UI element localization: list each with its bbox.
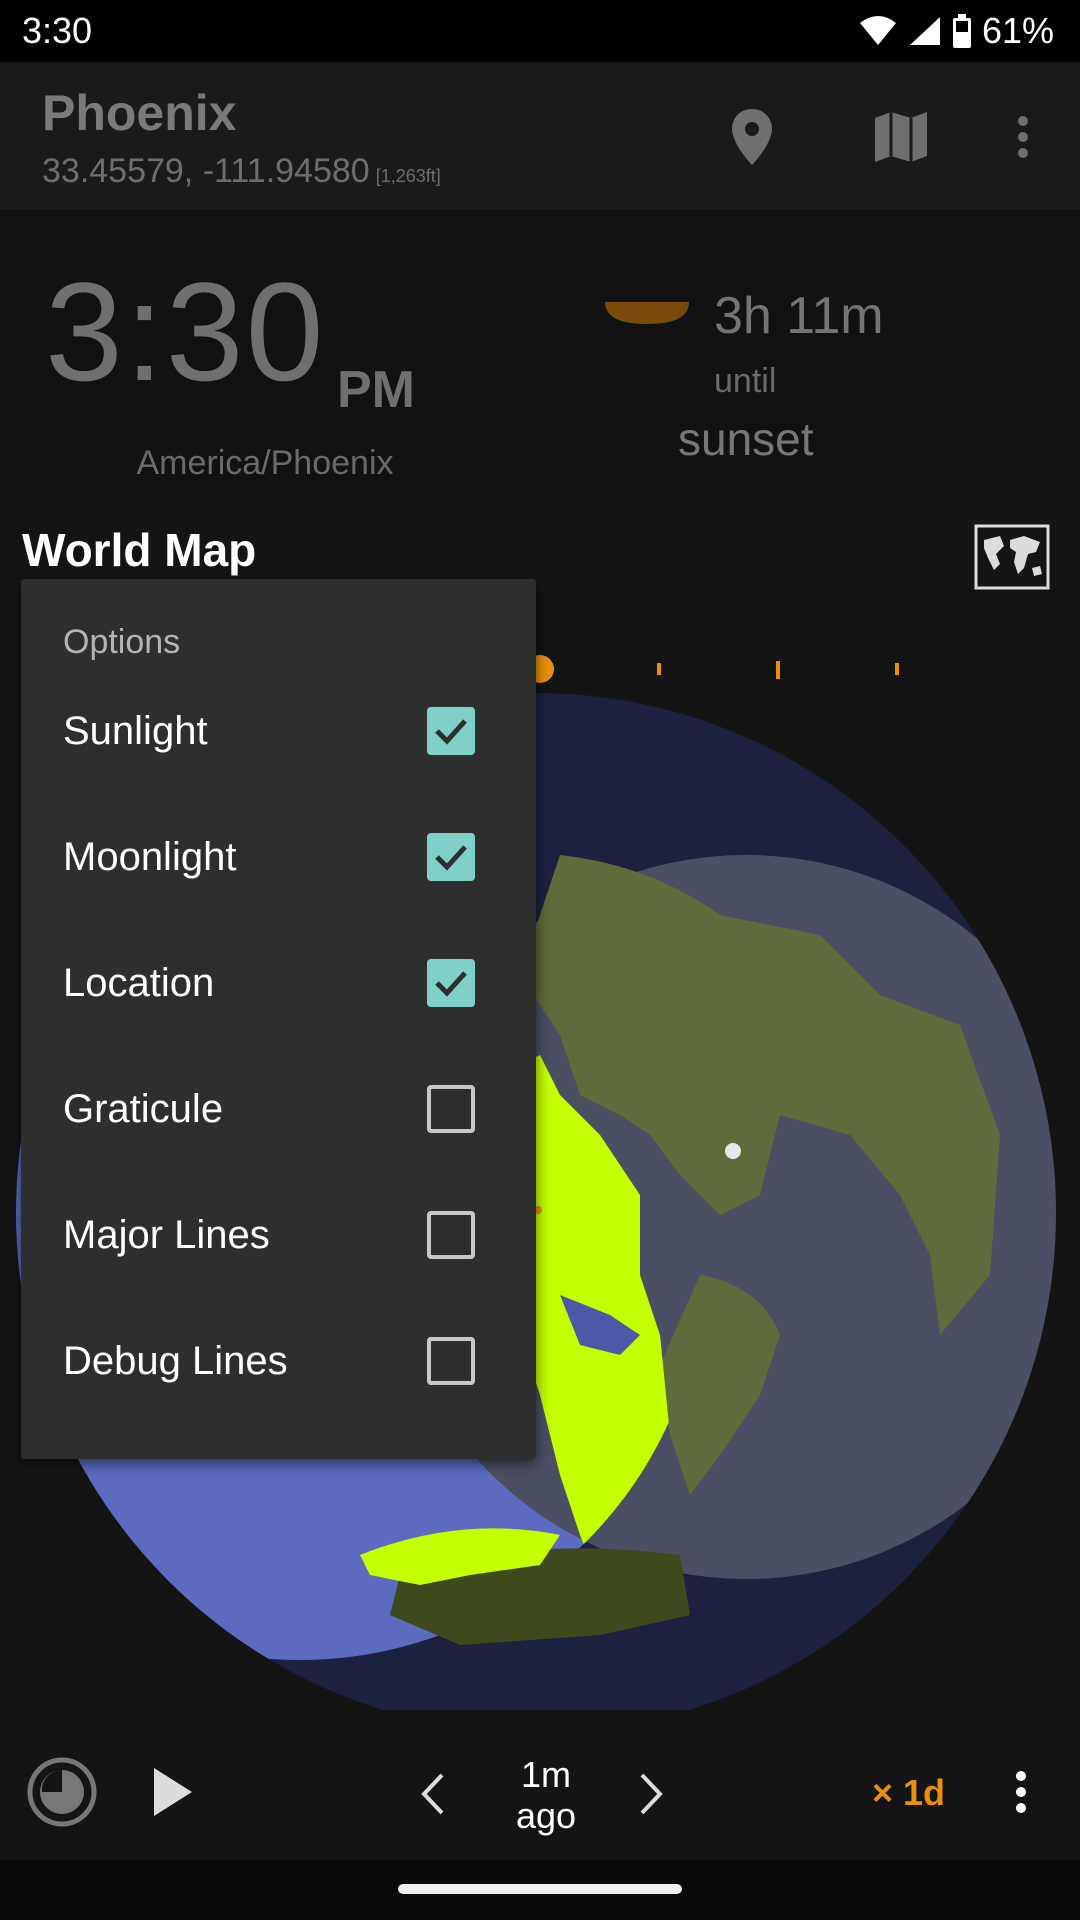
status-icons: 61% [858,10,1054,52]
option-label: Debug Lines [63,1339,288,1383]
sun-event: sunset [678,413,814,465]
option-checkbox[interactable] [427,959,475,1007]
sunset-icon [603,300,691,331]
clock-ampm: PM [337,361,415,419]
option-label: Moonlight [63,835,237,879]
option-checkbox[interactable] [427,833,475,881]
elevation-text: [1,263ft] [375,166,441,186]
clock-time: 3:30 [45,253,326,410]
map-header: World Map [0,495,1080,576]
option-label: Graticule [63,1087,224,1131]
option-debug-lines[interactable]: Debug Lines [21,1299,536,1425]
option-label: Location [63,961,215,1005]
signal-icon [908,15,942,47]
option-moonlight[interactable]: Moonlight [21,795,536,921]
option-checkbox[interactable] [427,1085,475,1133]
option-graticule[interactable]: Graticule [21,1047,536,1173]
play-icon[interactable] [150,1766,194,1818]
time-reset-icon[interactable] [26,1756,98,1828]
option-major-lines[interactable]: Major Lines [21,1173,536,1299]
option-location[interactable]: Location [21,921,536,1047]
options-menu: Options Sunlight Moonlight Location Graticu… [21,579,536,1459]
map-title: World Map [22,524,257,576]
battery-percent: 61% [981,10,1054,51]
option-label: Sunlight [63,709,208,753]
status-bar: 3:30 61% [0,0,1080,62]
sun-duration: 3h 11m [714,287,884,345]
location-name[interactable]: Phoenix [42,84,236,142]
chevron-right-icon[interactable] [638,1772,664,1816]
sun-until-label: until [714,362,777,400]
option-checkbox[interactable] [427,707,475,755]
time-speed-button[interactable]: × 1d [872,1772,945,1814]
map-icon[interactable] [866,102,936,172]
time-offset-suffix: ago [515,1795,577,1837]
options-menu-header: Options [63,623,181,661]
location-pin-icon[interactable] [717,102,787,172]
overflow-menu-icon[interactable] [988,102,1058,172]
clock-timezone: America/Phoenix [136,444,394,482]
time-offset[interactable]: 1m ago [498,1754,594,1837]
option-label: Major Lines [63,1213,270,1257]
bottom-overflow-menu-icon[interactable] [1014,1770,1028,1814]
battery-icon [952,14,972,48]
option-sunlight[interactable]: Sunlight [21,669,536,795]
home-handle[interactable] [398,1884,682,1894]
option-checkbox[interactable] [427,1211,475,1259]
location-coords: 33.45579, -111.94580 [1,263ft] [42,152,441,191]
bottom-bar: 1m ago × 1d [0,1710,1080,1860]
chevron-left-icon[interactable] [420,1772,446,1816]
option-checkbox[interactable] [427,1337,475,1385]
app-bar: Phoenix 33.45579, -111.94580 [1,263ft] [0,62,1080,210]
status-time: 3:30 [22,10,93,51]
wifi-icon [858,15,898,47]
system-nav-bar [0,1860,1080,1920]
coords-text: 33.45579, -111.94580 [42,152,370,190]
time-offset-value: 1m [520,1754,571,1795]
